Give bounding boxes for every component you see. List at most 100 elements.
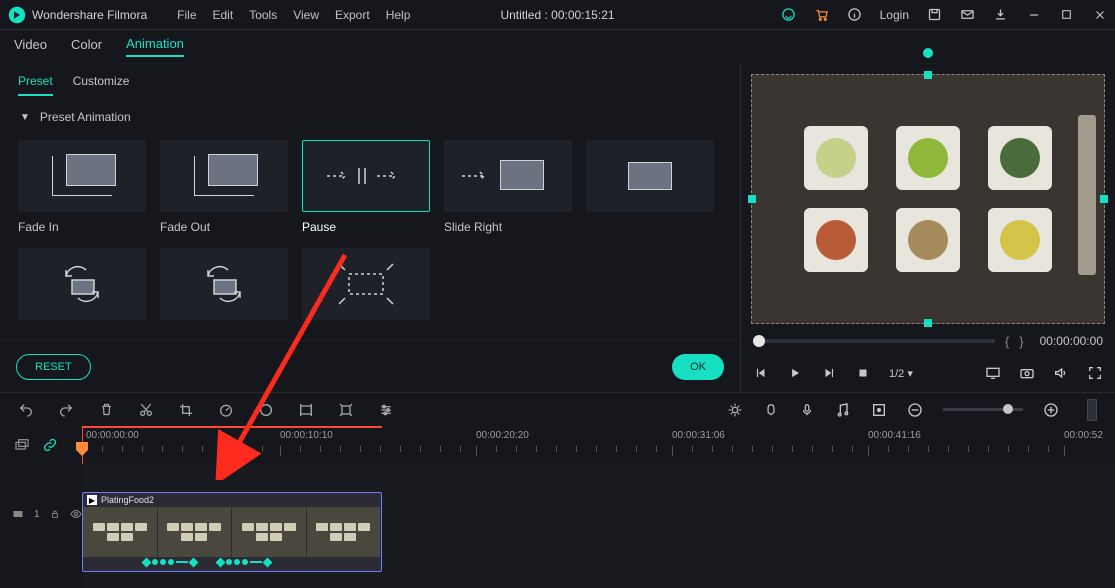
resize-handle-right[interactable]	[1100, 195, 1108, 203]
minimize-icon[interactable]	[1026, 7, 1041, 22]
save-icon[interactable]	[927, 7, 942, 22]
menu-tools[interactable]: Tools	[249, 8, 277, 22]
voiceover-icon[interactable]	[799, 402, 815, 418]
timeline-toolbar	[0, 392, 1115, 426]
mark-in-icon[interactable]: {	[1005, 334, 1009, 349]
snapshot-icon[interactable]	[1019, 365, 1035, 381]
speed-icon[interactable]	[218, 402, 234, 418]
cart-icon[interactable]	[814, 7, 829, 22]
subtab-preset[interactable]: Preset	[18, 74, 53, 96]
marker2-icon[interactable]	[763, 402, 779, 418]
redo-icon[interactable]	[58, 402, 74, 418]
preset-row2-2[interactable]	[18, 248, 146, 320]
scrub-bar[interactable]	[753, 339, 995, 343]
preset-animation-label: Preset Animation	[40, 110, 131, 124]
eye-icon[interactable]	[70, 508, 82, 520]
tab-video[interactable]: Video	[14, 37, 47, 56]
fullscreen-icon[interactable]	[1087, 365, 1103, 381]
undo-icon[interactable]	[18, 402, 34, 418]
crop-icon[interactable]	[178, 402, 194, 418]
preset-pause[interactable]: Pause	[302, 140, 430, 234]
preset-animation-header[interactable]: ▼ Preset Animation	[0, 96, 740, 130]
preset-fade-in[interactable]: Fade In	[18, 140, 146, 234]
preset-row2-3[interactable]	[160, 248, 288, 320]
ok-button[interactable]: OK	[672, 354, 724, 380]
green-screen-icon[interactable]	[298, 402, 314, 418]
reset-button[interactable]: RESET	[16, 354, 91, 380]
login-button[interactable]: Login	[880, 8, 909, 22]
timeline-ruler[interactable]: 00:00:00:00 00:00:10:10 00:00:20:20 00:0…	[82, 426, 1115, 464]
cut-icon[interactable]	[138, 402, 154, 418]
adjust-icon[interactable]	[378, 402, 394, 418]
close-icon[interactable]	[1092, 7, 1107, 22]
preview-timecode: 00:00:00:00	[1040, 334, 1103, 348]
support-icon[interactable]	[781, 7, 796, 22]
grater-prop	[1078, 115, 1096, 275]
video-track-header[interactable]: 1	[0, 500, 82, 528]
arrow-right-icon	[458, 166, 494, 186]
rotate-handle[interactable]	[923, 48, 933, 58]
preview-frame[interactable]	[751, 74, 1105, 324]
preset-slide-right[interactable]: Slide Right	[444, 140, 572, 234]
menu-help[interactable]: Help	[386, 8, 411, 22]
preview-ratio[interactable]: 1/2 ▾	[889, 367, 913, 380]
tab-animation[interactable]: Animation	[126, 36, 184, 57]
play-icon[interactable]	[787, 365, 803, 381]
project-title: Untitled : 00:00:15:21	[500, 8, 614, 22]
resize-handle-left[interactable]	[748, 195, 756, 203]
preset-row2-1[interactable]	[586, 140, 714, 234]
app-logo: Wondershare Filmora	[8, 6, 147, 24]
zoom-out-icon[interactable]	[907, 402, 923, 418]
video-clip[interactable]: ▶ PlatingFood2	[82, 492, 382, 572]
title-bar: Wondershare Filmora File Edit Tools View…	[0, 0, 1115, 30]
keyframe-icon[interactable]	[871, 402, 887, 418]
rotate-icon	[194, 262, 254, 306]
menu-view[interactable]: View	[293, 8, 319, 22]
keyframe-row	[83, 555, 381, 569]
maximize-icon[interactable]	[1059, 7, 1074, 22]
next-frame-icon[interactable]	[821, 365, 837, 381]
lock-icon[interactable]	[50, 509, 60, 519]
preset-row2-4[interactable]	[302, 248, 430, 320]
property-tabs: Video Color Animation	[0, 30, 1115, 64]
subtab-customize[interactable]: Customize	[73, 74, 130, 96]
preview-panel: { } 00:00:00:00 1/2 ▾	[740, 64, 1115, 392]
stop-icon[interactable]	[855, 365, 871, 381]
audio-mixer-icon[interactable]	[835, 402, 851, 418]
link-icon[interactable]	[42, 437, 58, 453]
zoom-in-icon[interactable]	[1043, 402, 1059, 418]
pause-anim-icon	[321, 164, 411, 188]
marker-icon[interactable]	[338, 402, 354, 418]
clip-name: PlatingFood2	[101, 495, 154, 505]
download-icon[interactable]	[993, 7, 1008, 22]
prev-frame-icon[interactable]	[753, 365, 769, 381]
clip-play-icon: ▶	[87, 495, 97, 505]
timeline-area: 1 ▶ PlatingFood2	[0, 464, 1115, 588]
timeline-ruler-row: 00:00:00:00 00:00:10:10 00:00:20:20 00:0…	[0, 426, 1115, 464]
menu-file[interactable]: File	[177, 8, 196, 22]
mail-icon[interactable]	[960, 7, 975, 22]
rotate-icon	[52, 262, 112, 306]
menu-export[interactable]: Export	[335, 8, 370, 22]
resize-handle-bottom[interactable]	[924, 319, 932, 327]
zoom-icon	[331, 262, 401, 306]
mark-out-icon[interactable]: }	[1019, 334, 1023, 349]
menu-edit[interactable]: Edit	[213, 8, 234, 22]
color-icon[interactable]	[258, 402, 274, 418]
main-menu: File Edit Tools View Export Help	[177, 8, 410, 22]
video-track-icon	[12, 508, 24, 520]
volume-icon[interactable]	[1053, 365, 1069, 381]
resize-handle-top[interactable]	[924, 71, 932, 79]
track-add-icon[interactable]	[14, 437, 30, 453]
animation-panel: Preset Customize ▼ Preset Animation Fade…	[0, 64, 740, 392]
delete-icon[interactable]	[98, 402, 114, 418]
tab-color[interactable]: Color	[71, 37, 102, 56]
timeline-tracks[interactable]: ▶ PlatingFood2	[82, 464, 1115, 588]
playhead-handle[interactable]	[76, 442, 88, 458]
app-name: Wondershare Filmora	[32, 8, 147, 22]
info-icon[interactable]	[847, 7, 862, 22]
preset-fade-out[interactable]: Fade Out	[160, 140, 288, 234]
render-icon[interactable]	[727, 402, 743, 418]
zoom-slider[interactable]	[943, 408, 1023, 411]
display-icon[interactable]	[985, 365, 1001, 381]
